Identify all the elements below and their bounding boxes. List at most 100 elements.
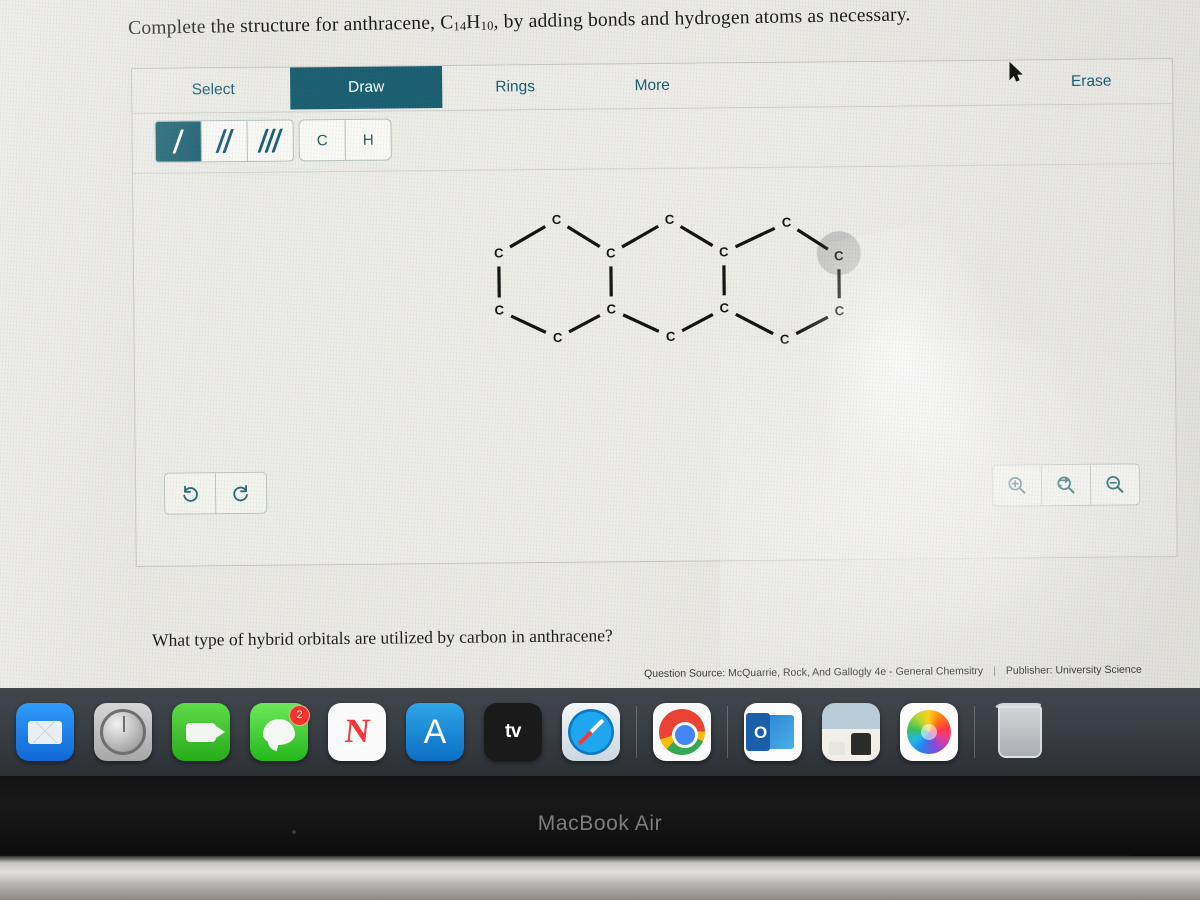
zoom-button-group	[991, 463, 1141, 507]
tab-more[interactable]: More	[602, 64, 702, 109]
magnifier-reset-icon	[1057, 476, 1075, 494]
dock-item-trash[interactable]	[981, 703, 1059, 761]
single-bond-icon	[172, 129, 184, 154]
dock-item-appstore[interactable]: A	[396, 703, 474, 761]
atom-button-hydrogen[interactable]: H	[346, 120, 391, 160]
bond[interactable]	[621, 224, 659, 249]
chrome-icon	[653, 703, 711, 761]
atom-label[interactable]: C	[782, 215, 792, 230]
double-bond-button[interactable]	[201, 120, 248, 162]
atom-label[interactable]: C	[720, 300, 730, 315]
zoom-reset-button[interactable]	[1041, 464, 1092, 506]
atom-label[interactable]: C	[552, 212, 562, 227]
outlook-icon	[744, 703, 802, 761]
system-settings-icon	[94, 703, 152, 761]
atom-label[interactable]: C	[666, 329, 676, 344]
dock-item-prefs[interactable]	[84, 703, 162, 761]
drawing-canvas[interactable]: C C C C C C C C C C C C C C	[133, 163, 1177, 565]
atom-label[interactable]: C	[494, 245, 504, 260]
formula-subscript-2: 10	[480, 18, 494, 33]
bond[interactable]	[681, 312, 714, 333]
atom-label[interactable]: C	[719, 244, 729, 259]
page-title: Complete the structure for anthracene, C…	[128, 3, 988, 40]
bond[interactable]	[568, 314, 601, 334]
atom-label[interactable]: C	[834, 248, 844, 263]
mouse-cursor-icon	[1009, 62, 1023, 82]
dock-item-news[interactable]: N	[318, 703, 396, 761]
formula-subscript-1: 14	[453, 19, 467, 34]
molecule-editor: Select Draw Rings More Erase C H C C C C…	[131, 57, 1178, 567]
bond[interactable]	[795, 315, 829, 336]
dock-item-outlook[interactable]	[734, 703, 812, 761]
bond[interactable]	[735, 312, 774, 336]
dock-item-photoshot[interactable]	[812, 703, 890, 761]
app-store-icon: A	[406, 703, 464, 761]
editor-toolrow: C H	[132, 103, 1173, 174]
triple-bond-button[interactable]	[248, 120, 293, 160]
tab-draw[interactable]: Draw	[290, 66, 443, 110]
zoom-out-button[interactable]	[1091, 464, 1139, 504]
prompt-text-1: Complete the structure for anthracene, C	[128, 12, 454, 39]
footer-separator: |	[993, 664, 996, 677]
zoom-in-button[interactable]	[992, 465, 1043, 506]
dock-separator-3	[974, 706, 975, 758]
redo-button[interactable]	[216, 473, 266, 513]
erase-button[interactable]: Erase	[1032, 59, 1150, 104]
dock-item-tv[interactable]: tv	[474, 703, 552, 761]
trash-icon	[991, 703, 1049, 761]
bond[interactable]	[734, 226, 776, 249]
atom-label[interactable]: C	[780, 332, 790, 347]
facetime-icon	[172, 703, 230, 761]
device-model-label: MacBook Air	[537, 812, 663, 835]
dock-item-messages[interactable]: 2	[240, 703, 318, 761]
undo-button[interactable]	[164, 473, 217, 514]
dock-item-mail[interactable]	[6, 703, 84, 761]
bond[interactable]	[510, 314, 547, 334]
dock-item-photos[interactable]	[890, 703, 968, 761]
undo-arrow-icon	[183, 485, 198, 502]
prompt-text-2: , by adding bonds and hydrogen atoms as …	[493, 4, 911, 33]
mail-icon	[16, 703, 74, 761]
magnifier-minus-icon	[1106, 476, 1124, 493]
atom-label-c: C	[316, 131, 328, 149]
apple-tv-icon: tv	[484, 703, 542, 761]
appstore-glyph: A	[423, 712, 447, 751]
single-bond-button[interactable]	[155, 121, 202, 162]
atom-label[interactable]: C	[665, 212, 675, 227]
atom-label[interactable]: C	[835, 303, 845, 318]
photo-thumbnail-icon	[822, 703, 880, 761]
dock-item-safari[interactable]	[552, 703, 630, 761]
tab-select[interactable]: Select	[154, 68, 272, 113]
source-text: Question Source: McQuarrie, Rock, And Ga…	[644, 665, 984, 680]
atom-label[interactable]: C	[553, 330, 563, 345]
atom-label[interactable]: C	[606, 245, 616, 260]
double-bond-icon	[214, 129, 234, 154]
atom-label[interactable]: C	[607, 301, 617, 316]
tab-rings[interactable]: Rings	[462, 65, 568, 110]
atom-button-carbon[interactable]: C	[299, 119, 346, 161]
atom-tool-group: C H	[298, 118, 392, 162]
bond[interactable]	[679, 225, 714, 248]
photos-icon	[900, 703, 958, 761]
bond[interactable]	[509, 225, 547, 249]
tv-glyph: tv	[505, 721, 521, 742]
dock-items: 2 N A tv	[0, 703, 1059, 761]
safari-icon	[562, 703, 620, 761]
dock-item-facetime[interactable]	[162, 703, 240, 761]
bond[interactable]	[622, 313, 660, 333]
news-glyph: N	[342, 713, 372, 750]
atom-label[interactable]: C	[495, 302, 505, 317]
news-icon: N	[328, 703, 386, 761]
magnifier-plus-icon	[1008, 476, 1026, 494]
atom-label-h: H	[362, 131, 374, 149]
source-footer: Question Source: McQuarrie, Rock, And Ga…	[644, 663, 1200, 680]
laptop-body-edge	[0, 856, 1200, 900]
history-button-group	[163, 471, 268, 515]
dock-item-chrome[interactable]	[643, 703, 721, 761]
formula-h: H	[466, 11, 481, 34]
bond[interactable]	[566, 225, 601, 248]
publisher-text: Publisher: University Science	[1005, 663, 1142, 677]
dock-separator-1	[636, 706, 637, 758]
messages-badge: 2	[289, 705, 310, 726]
triple-bond-icon	[257, 128, 283, 153]
